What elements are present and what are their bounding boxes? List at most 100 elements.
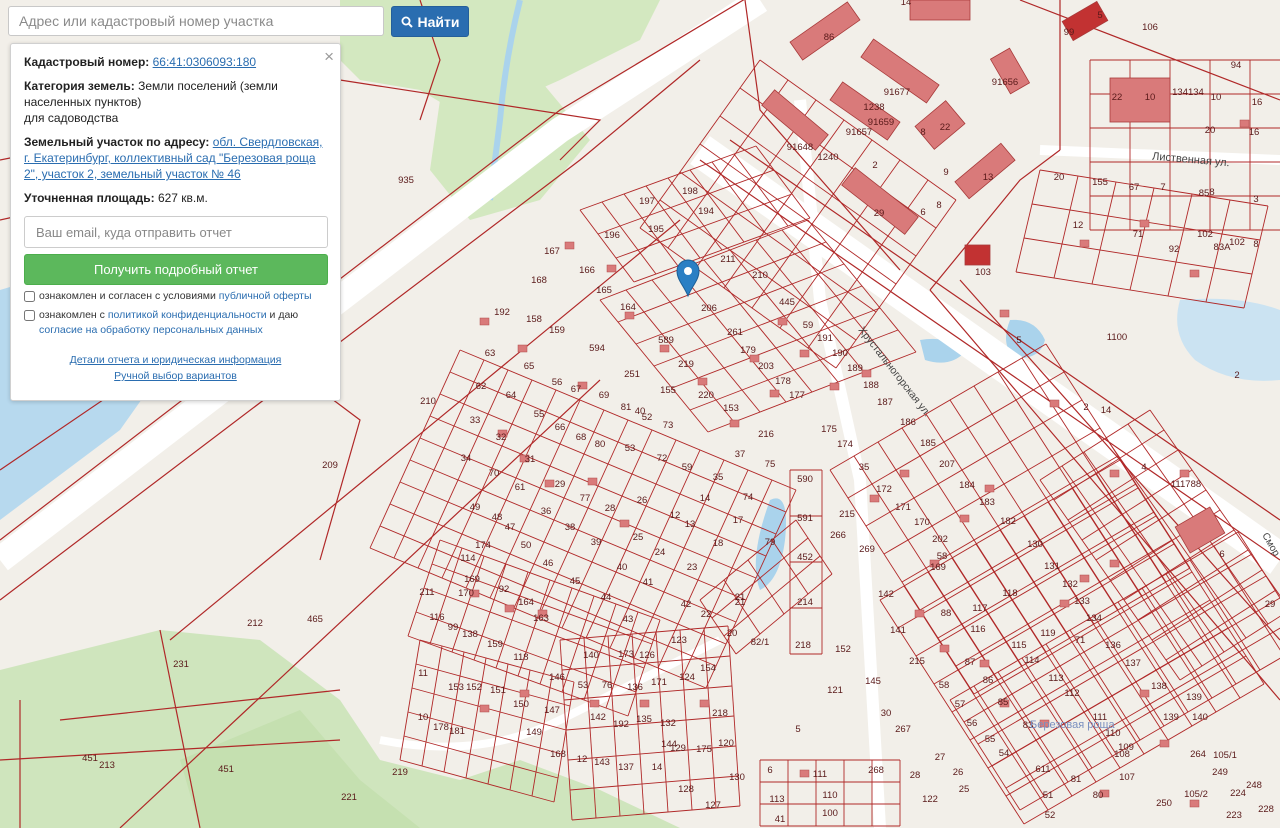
plot-label: 206 xyxy=(701,303,717,314)
plot-label: 1238 xyxy=(863,102,884,113)
plot-label: 54 xyxy=(999,748,1010,759)
plot-label: 20 xyxy=(1054,172,1065,183)
category-use: для садоводства xyxy=(24,111,119,125)
plot-label: 134 xyxy=(1086,613,1102,624)
public-offer-link[interactable]: публичной оферты xyxy=(219,290,312,302)
plot-label: 8 xyxy=(936,200,941,211)
plot-label: 79 xyxy=(765,537,776,548)
search-input[interactable] xyxy=(8,6,384,36)
plot-label: 117 xyxy=(972,603,987,614)
offer-checkbox[interactable] xyxy=(24,291,35,302)
plot-label: 589 xyxy=(658,335,674,346)
plot-label: 9 xyxy=(943,167,948,178)
plot-label: 45 xyxy=(570,576,581,587)
plot-label: 17 xyxy=(733,515,744,526)
plot-label: 49 xyxy=(470,502,481,513)
privacy-consent: ознакомлен с политикой конфиденциальност… xyxy=(24,308,327,338)
plot-label: 85 xyxy=(998,697,1009,708)
plot-label: 27 xyxy=(935,752,946,763)
plot-label: 218 xyxy=(795,640,811,651)
plot-label: 6 xyxy=(1219,549,1224,560)
personal-data-link[interactable]: согласие на обработку персональных данны… xyxy=(39,324,263,336)
plot-label: 2 xyxy=(1083,402,1088,413)
plot-label: 594 xyxy=(589,343,605,354)
plot-label: 29 xyxy=(555,479,566,490)
plot-label: 198 xyxy=(682,186,698,197)
category-row: Категория земель: Земли поселений (земли… xyxy=(24,78,327,126)
plot-label: 145 xyxy=(865,676,881,687)
plot-label: 14 xyxy=(901,0,912,8)
plot-label: 113 xyxy=(769,794,784,805)
plot-label: 92 xyxy=(1169,244,1180,255)
plot-label: 107 xyxy=(1119,772,1135,783)
plot-label: 191 xyxy=(817,333,833,344)
plot-label: 123 xyxy=(671,635,687,646)
plot-label: 142 xyxy=(878,589,894,600)
plot-label: 118 xyxy=(1002,588,1017,599)
manual-selection-link[interactable]: Ручной выбор вариантов xyxy=(114,370,237,382)
plot-label: 182 xyxy=(1000,516,1016,527)
plot-label: 32 xyxy=(496,432,507,443)
plot-label: 219 xyxy=(392,767,408,778)
plot-label: 48 xyxy=(492,512,503,523)
plot-label: 168 xyxy=(550,749,566,760)
plot-label: 40 xyxy=(617,562,628,573)
plot-label: 63 xyxy=(485,348,496,359)
privacy-checkbox[interactable] xyxy=(24,310,35,321)
plot-label: 136 xyxy=(627,682,643,693)
plot-label: 14 xyxy=(1101,405,1112,416)
plot-label: 10 xyxy=(1145,92,1156,103)
plot-label: 59 xyxy=(803,320,814,331)
plot-label: 20 xyxy=(1205,125,1216,136)
plot-label: 175 xyxy=(821,424,837,435)
plot-label: 11 xyxy=(418,668,428,679)
plot-label: 10 xyxy=(418,712,429,723)
plot-label: 181 xyxy=(449,726,465,737)
plot-label: 12 xyxy=(670,510,681,521)
cadastral-number-link[interactable]: 66:41:0306093:180 xyxy=(153,55,256,69)
plot-label: 179 xyxy=(740,345,756,356)
plot-label: 43 xyxy=(623,614,634,625)
plot-label: 24 xyxy=(655,547,666,558)
plot-label: 30 xyxy=(881,708,892,719)
plot-label: 269 xyxy=(859,544,875,555)
plot-label: 33 xyxy=(470,415,481,426)
plot-label: 91648 xyxy=(787,142,813,153)
plot-label: 170 xyxy=(914,517,930,528)
plot-label: 114 xyxy=(1024,655,1039,666)
plot-label: 177 xyxy=(789,390,805,401)
email-field[interactable] xyxy=(24,216,328,248)
privacy-policy-link[interactable]: политикой конфиденциальности xyxy=(108,309,267,321)
plot-label: 220 xyxy=(698,390,714,401)
plot-label: 155 xyxy=(1092,177,1108,188)
parcel-info-panel: × Кадастровый номер: 66:41:0306093:180 К… xyxy=(10,43,341,401)
plot-label: 66 xyxy=(555,422,566,433)
plot-label: 39 xyxy=(591,537,602,548)
plot-label: 267 xyxy=(895,724,911,735)
plot-label: 34 xyxy=(461,453,472,464)
plot-label: 216 xyxy=(758,429,774,440)
plot-label: 81 xyxy=(621,402,632,413)
close-icon[interactable]: × xyxy=(324,48,334,65)
plot-label: 41 xyxy=(775,814,786,825)
plot-label: 167 xyxy=(544,246,560,257)
plot-label: 5 xyxy=(795,724,800,735)
plot-label: 146 xyxy=(549,672,565,683)
plot-label: 50 xyxy=(521,540,532,551)
details-link[interactable]: Детали отчета и юридическая информация xyxy=(70,354,282,366)
plot-label: 44 xyxy=(601,592,612,603)
plot-label: 172 xyxy=(876,484,892,495)
search-button-label: Найти xyxy=(417,13,460,30)
plot-label: 8 xyxy=(1253,239,1258,250)
plot-label: 210 xyxy=(420,396,436,407)
plot-label: 152 xyxy=(466,682,482,693)
search-button[interactable]: Найти xyxy=(391,6,469,37)
plot-label: 57 xyxy=(955,699,966,710)
plot-label: 91656 xyxy=(992,77,1018,88)
get-report-button[interactable]: Получить подробный отчет xyxy=(24,254,328,285)
plot-label: 451 xyxy=(82,753,98,764)
plot-label: 137 xyxy=(618,762,634,773)
plot-label: 158 xyxy=(526,314,542,325)
plot-label: 134134 xyxy=(1172,87,1204,98)
plot-label: 74 xyxy=(743,492,754,503)
